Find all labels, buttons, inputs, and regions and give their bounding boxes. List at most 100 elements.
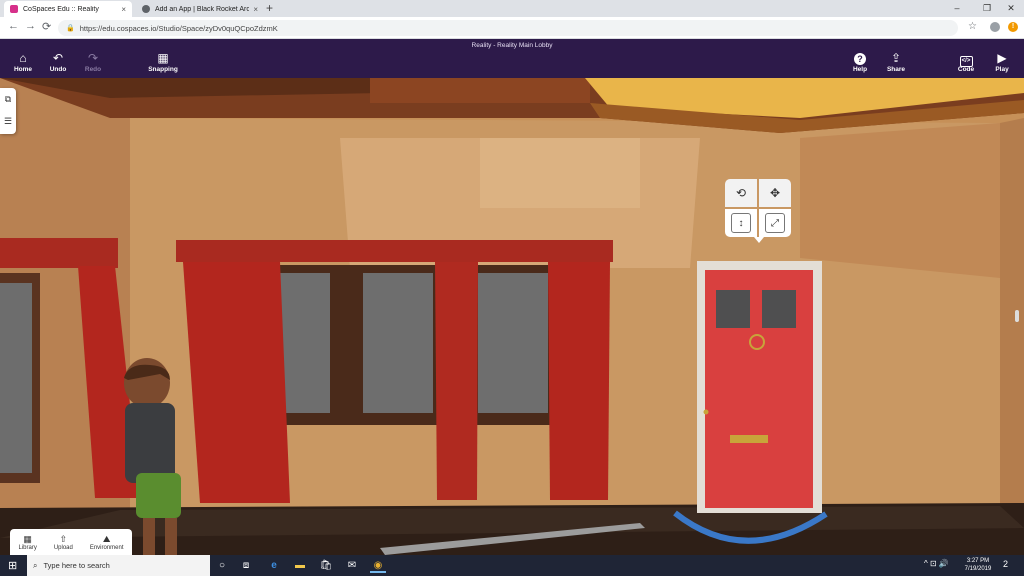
search-icon: ⌕	[33, 560, 38, 570]
code-icon: </>	[946, 51, 986, 67]
curtain-left-panel	[183, 262, 290, 503]
edge-icon[interactable]: e	[266, 558, 282, 573]
character-shirt[interactable]	[125, 403, 175, 483]
share-icon: ⇪	[890, 51, 902, 65]
upload-icon: ⇧	[59, 533, 68, 544]
help-button[interactable]: ? Help	[840, 51, 880, 73]
move-mode-button[interactable]: ✥	[759, 179, 791, 207]
curtain-valance	[176, 240, 613, 262]
upload-label: Upload	[53, 544, 73, 551]
home-button[interactable]: ⌂ Home	[3, 51, 43, 73]
bottom-panel: ▦ Library ⇧ Upload ⛰ Environment	[10, 529, 132, 555]
play-button[interactable]: ▶ Play	[982, 51, 1022, 73]
cospaces-favicon-icon	[10, 5, 18, 13]
character-leg	[165, 518, 177, 555]
play-icon: ▶	[997, 51, 1007, 65]
lift-mode-icon: ↕	[731, 213, 751, 233]
scene-viewport[interactable]	[0, 78, 1024, 555]
transform-gizmo: ⟲ ✥ ↕ ⤢	[725, 179, 792, 245]
new-tab-button[interactable]: +	[266, 1, 273, 15]
task-view-icon[interactable]: ⧈	[238, 558, 254, 573]
character-shorts[interactable]	[136, 473, 181, 518]
profile-avatar[interactable]	[990, 22, 1000, 32]
tab-close-icon[interactable]: ×	[121, 5, 126, 14]
scale-mode-button[interactable]: ⤢	[759, 209, 791, 237]
scene-title: Reality - Reality Main Lobby	[471, 42, 553, 49]
close-window-button[interactable]: ✕	[996, 0, 1024, 17]
chrome-update-badge[interactable]: !	[1008, 22, 1018, 32]
url-text: https://edu.cospaces.io/Studio/Space/zyD…	[79, 23, 278, 33]
reload-button[interactable]: ⟳	[42, 20, 51, 33]
rotate-mode-icon: ⟲	[735, 186, 747, 200]
wall-facet	[800, 123, 1000, 278]
windows-start-icon[interactable]: ⊞	[8, 559, 17, 572]
chrome-icon[interactable]: ◉	[370, 558, 386, 573]
environment-icon: ⛰	[102, 533, 111, 544]
url-field[interactable]: 🔒 https://edu.cospaces.io/Studio/Space/z…	[58, 20, 958, 36]
browser-address-bar: ← → ⟳ 🔒 https://edu.cospaces.io/Studio/S…	[0, 17, 1024, 39]
forward-button[interactable]: →	[25, 20, 36, 32]
list-icon[interactable]: ☰	[0, 110, 16, 132]
redo-label: Redo	[84, 66, 102, 73]
left-curtain-valance	[0, 238, 118, 268]
help-label: Help	[852, 66, 868, 73]
help-icon: ?	[840, 51, 880, 65]
snapping-button[interactable]: ▦ Snapping	[143, 51, 183, 73]
browser-tab-active[interactable]: CoSpaces Edu :: Reality ×	[4, 1, 132, 17]
environment-button[interactable]: ⛰ Environment	[90, 534, 124, 551]
scene-scroll-handle[interactable]	[1015, 310, 1019, 322]
rotate-mode-button[interactable]: ⟲	[725, 179, 757, 207]
taskbar-clock[interactable]: 3:27 PM 7/19/2019	[958, 557, 998, 573]
undo-icon: ↶	[52, 51, 64, 65]
gallery-icon[interactable]: ⧉	[0, 88, 16, 110]
library-icon: ▦	[23, 533, 32, 544]
taskbar-search-box[interactable]: ⌕ Type here to search	[27, 555, 210, 576]
file-explorer-icon[interactable]: ▬	[292, 558, 308, 573]
cortana-icon[interactable]: ○	[214, 558, 230, 573]
grid-icon: ▦	[157, 51, 169, 65]
door-window	[716, 290, 750, 328]
browser-tab[interactable]: Add an App | Black Rocket Arcad ×	[136, 1, 264, 17]
library-label: Library	[18, 544, 37, 551]
code-button[interactable]: </> Code	[946, 51, 986, 73]
lock-icon: 🔒	[66, 25, 75, 32]
clock-time: 3:27 PM	[966, 558, 990, 564]
lift-mode-button[interactable]: ↕	[725, 209, 757, 237]
snapping-label: Snapping	[148, 66, 178, 73]
action-center-icon[interactable]: 2	[1003, 559, 1008, 569]
redo-button[interactable]: ↷ Redo	[73, 51, 113, 73]
back-button[interactable]: ←	[8, 20, 19, 32]
door-handle	[703, 409, 709, 415]
side-wall-right	[1000, 118, 1024, 518]
door-mail-slot	[730, 435, 768, 443]
tab-close-icon[interactable]: ×	[253, 5, 258, 14]
character-leg	[143, 518, 155, 555]
gizmo-pointer	[754, 237, 764, 243]
ceiling-beam	[370, 78, 590, 103]
tab-title: CoSpaces Edu :: Reality	[23, 5, 99, 13]
redo-icon: ↷	[87, 51, 99, 65]
environment-label: Environment	[89, 544, 124, 551]
store-icon[interactable]: 🛍	[318, 558, 334, 573]
library-button[interactable]: ▦ Library	[18, 534, 36, 551]
scene-render	[0, 78, 1024, 555]
move-mode-icon: ✥	[769, 186, 781, 200]
scale-mode-icon: ⤢	[765, 213, 785, 233]
wall-highlight	[480, 138, 640, 208]
curtain-right-panel	[548, 262, 610, 500]
system-tray-icons[interactable]: ^ ⊡ 🔊	[924, 559, 949, 568]
share-button[interactable]: ⇪ Share	[876, 51, 916, 73]
door-window	[762, 290, 796, 328]
search-placeholder: Type here to search	[43, 561, 110, 570]
undo-button[interactable]: ↶ Undo	[38, 51, 78, 73]
side-tool-panel: ⧉ ☰	[0, 88, 16, 134]
clock-date: 7/19/2019	[964, 566, 992, 572]
upload-button[interactable]: ⇧ Upload	[54, 534, 73, 551]
mail-icon[interactable]: ✉	[344, 558, 360, 573]
minimize-button[interactable]: –	[942, 0, 972, 17]
undo-label: Undo	[49, 66, 67, 73]
home-icon: ⌂	[19, 51, 27, 65]
bookmark-star-icon[interactable]: ☆	[968, 21, 977, 32]
share-label: Share	[886, 66, 906, 73]
app-toolbar: Reality - Reality Main Lobby ⌂ Home ↶ Un…	[0, 39, 1024, 78]
